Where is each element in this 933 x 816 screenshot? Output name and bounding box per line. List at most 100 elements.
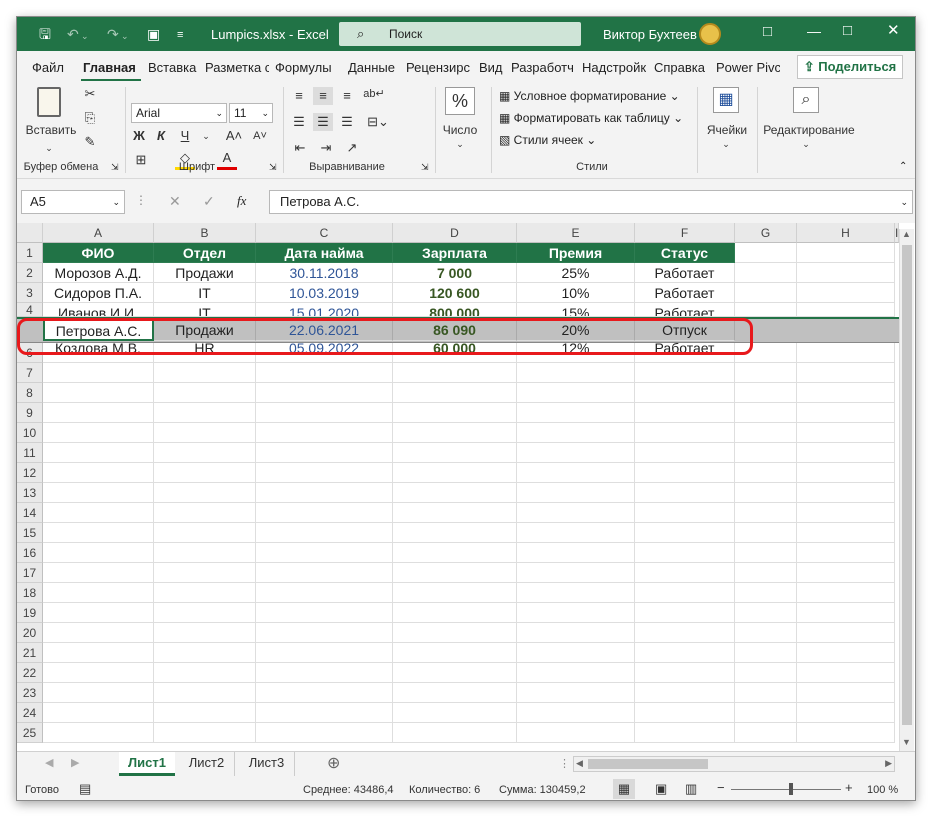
empty-cell[interactable]: [256, 483, 393, 503]
column-header[interactable]: B: [154, 223, 256, 243]
empty-cell[interactable]: [735, 463, 797, 483]
empty-cell[interactable]: [43, 443, 154, 463]
empty-cell[interactable]: [154, 523, 256, 543]
table-cell[interactable]: Продажи: [154, 263, 256, 283]
empty-cell[interactable]: [154, 563, 256, 583]
empty-cell[interactable]: [154, 703, 256, 723]
table-cell[interactable]: IT: [154, 303, 256, 317]
empty-cell[interactable]: [797, 263, 895, 283]
increase-indent-icon[interactable]: ⇥: [315, 139, 337, 157]
empty-cell[interactable]: [154, 403, 256, 423]
redo-icon[interactable]: ↷: [107, 26, 119, 42]
table-cell[interactable]: 7 000: [393, 263, 517, 283]
vertical-scrollbar[interactable]: ▲ ▼: [899, 229, 914, 751]
empty-cell[interactable]: [797, 423, 895, 443]
empty-cell[interactable]: [735, 583, 797, 603]
empty-cell[interactable]: [154, 643, 256, 663]
empty-cell[interactable]: [517, 543, 635, 563]
empty-cell[interactable]: [43, 663, 154, 683]
empty-cell[interactable]: [517, 663, 635, 683]
empty-cell[interactable]: [635, 603, 735, 623]
empty-cell[interactable]: [635, 703, 735, 723]
sheet-tab-active[interactable]: Лист1: [119, 752, 175, 776]
empty-cell[interactable]: [154, 503, 256, 523]
empty-cell[interactable]: [797, 703, 895, 723]
empty-cell[interactable]: [517, 523, 635, 543]
empty-cell[interactable]: [797, 523, 895, 543]
table-cell[interactable]: 120 600: [393, 283, 517, 303]
page-layout-icon[interactable]: ▣: [655, 781, 667, 797]
empty-cell[interactable]: [635, 383, 735, 403]
empty-cell[interactable]: [43, 603, 154, 623]
zoom-in-icon[interactable]: +: [845, 780, 853, 795]
italic-button[interactable]: К: [153, 127, 169, 145]
empty-cell[interactable]: [797, 303, 895, 317]
row-header[interactable]: 10: [17, 423, 43, 443]
empty-cell[interactable]: [517, 483, 635, 503]
empty-cell[interactable]: [517, 363, 635, 383]
average-stat[interactable]: Среднее: 43486,4: [303, 784, 394, 796]
scroll-right-icon[interactable]: ▶: [885, 758, 892, 769]
row-header[interactable]: 17: [17, 563, 43, 583]
header-cell[interactable]: Зарплата: [393, 243, 517, 263]
empty-cell[interactable]: [517, 703, 635, 723]
empty-cell[interactable]: [256, 443, 393, 463]
empty-cell[interactable]: [256, 503, 393, 523]
empty-cell[interactable]: [735, 623, 797, 643]
empty-cell[interactable]: [735, 703, 797, 723]
empty-cell[interactable]: [256, 463, 393, 483]
conditional-formatting-button[interactable]: ▦ Условное форматирование ⌄: [499, 89, 680, 103]
maximize-icon[interactable]: □: [843, 23, 852, 39]
empty-cell[interactable]: [256, 703, 393, 723]
empty-cell[interactable]: [393, 663, 517, 683]
tab-data[interactable]: Данные: [348, 60, 398, 76]
empty-cell[interactable]: [393, 603, 517, 623]
table-cell[interactable]: 25%: [517, 263, 635, 283]
empty-cell[interactable]: [517, 723, 635, 743]
row-header[interactable]: 11: [17, 443, 43, 463]
format-as-table-button[interactable]: ▦ Форматировать как таблицу ⌄: [499, 111, 683, 125]
empty-cell[interactable]: [43, 683, 154, 703]
row-header[interactable]: 14: [17, 503, 43, 523]
page-break-icon[interactable]: ▥: [685, 781, 697, 797]
empty-cell[interactable]: [635, 543, 735, 563]
row-header[interactable]: 7: [17, 363, 43, 383]
grow-font-icon[interactable]: A˄: [223, 127, 245, 145]
cell-styles-button[interactable]: ▧ Стили ячеек ⌄: [499, 133, 596, 147]
empty-cell[interactable]: [393, 423, 517, 443]
tab-layout[interactable]: Разметка с: [205, 60, 269, 76]
spreadsheet-grid[interactable]: A B C D E F G H I 1234567891011121314151…: [17, 223, 915, 751]
empty-cell[interactable]: [517, 583, 635, 603]
empty-cell[interactable]: [517, 463, 635, 483]
editing-dropdown-icon[interactable]: ⌄: [799, 135, 813, 153]
empty-cell[interactable]: [393, 403, 517, 423]
row-header[interactable]: 24: [17, 703, 43, 723]
paste-dropdown-icon[interactable]: ⌄: [41, 139, 57, 157]
paste-icon[interactable]: [37, 87, 61, 117]
empty-cell[interactable]: [517, 563, 635, 583]
align-bottom-icon[interactable]: ≡: [337, 87, 357, 105]
user-name[interactable]: Виктор Бухтеев: [603, 27, 697, 42]
empty-cell[interactable]: [735, 663, 797, 683]
empty-cell[interactable]: [797, 243, 895, 263]
accessibility-icon[interactable]: ▤: [79, 781, 91, 797]
camera-icon[interactable]: ▣: [147, 26, 160, 42]
empty-cell[interactable]: [256, 603, 393, 623]
cells-dropdown-icon[interactable]: ⌄: [719, 135, 733, 153]
empty-cell[interactable]: [256, 683, 393, 703]
empty-cell[interactable]: [517, 503, 635, 523]
empty-cell[interactable]: [797, 583, 895, 603]
empty-cell[interactable]: [154, 423, 256, 443]
bold-button[interactable]: Ж: [131, 127, 147, 145]
header-cell[interactable]: Премия: [517, 243, 635, 263]
close-icon[interactable]: ✕: [887, 23, 900, 39]
select-all-corner[interactable]: [17, 223, 43, 243]
tab-view[interactable]: Вид: [479, 60, 505, 76]
header-cell[interactable]: ФИО: [43, 243, 154, 263]
empty-cell[interactable]: [797, 603, 895, 623]
empty-cell[interactable]: [256, 363, 393, 383]
empty-cell[interactable]: [43, 643, 154, 663]
empty-cell[interactable]: [154, 443, 256, 463]
table-cell[interactable]: 15%: [517, 303, 635, 317]
scroll-left-icon[interactable]: ◀: [576, 758, 583, 769]
